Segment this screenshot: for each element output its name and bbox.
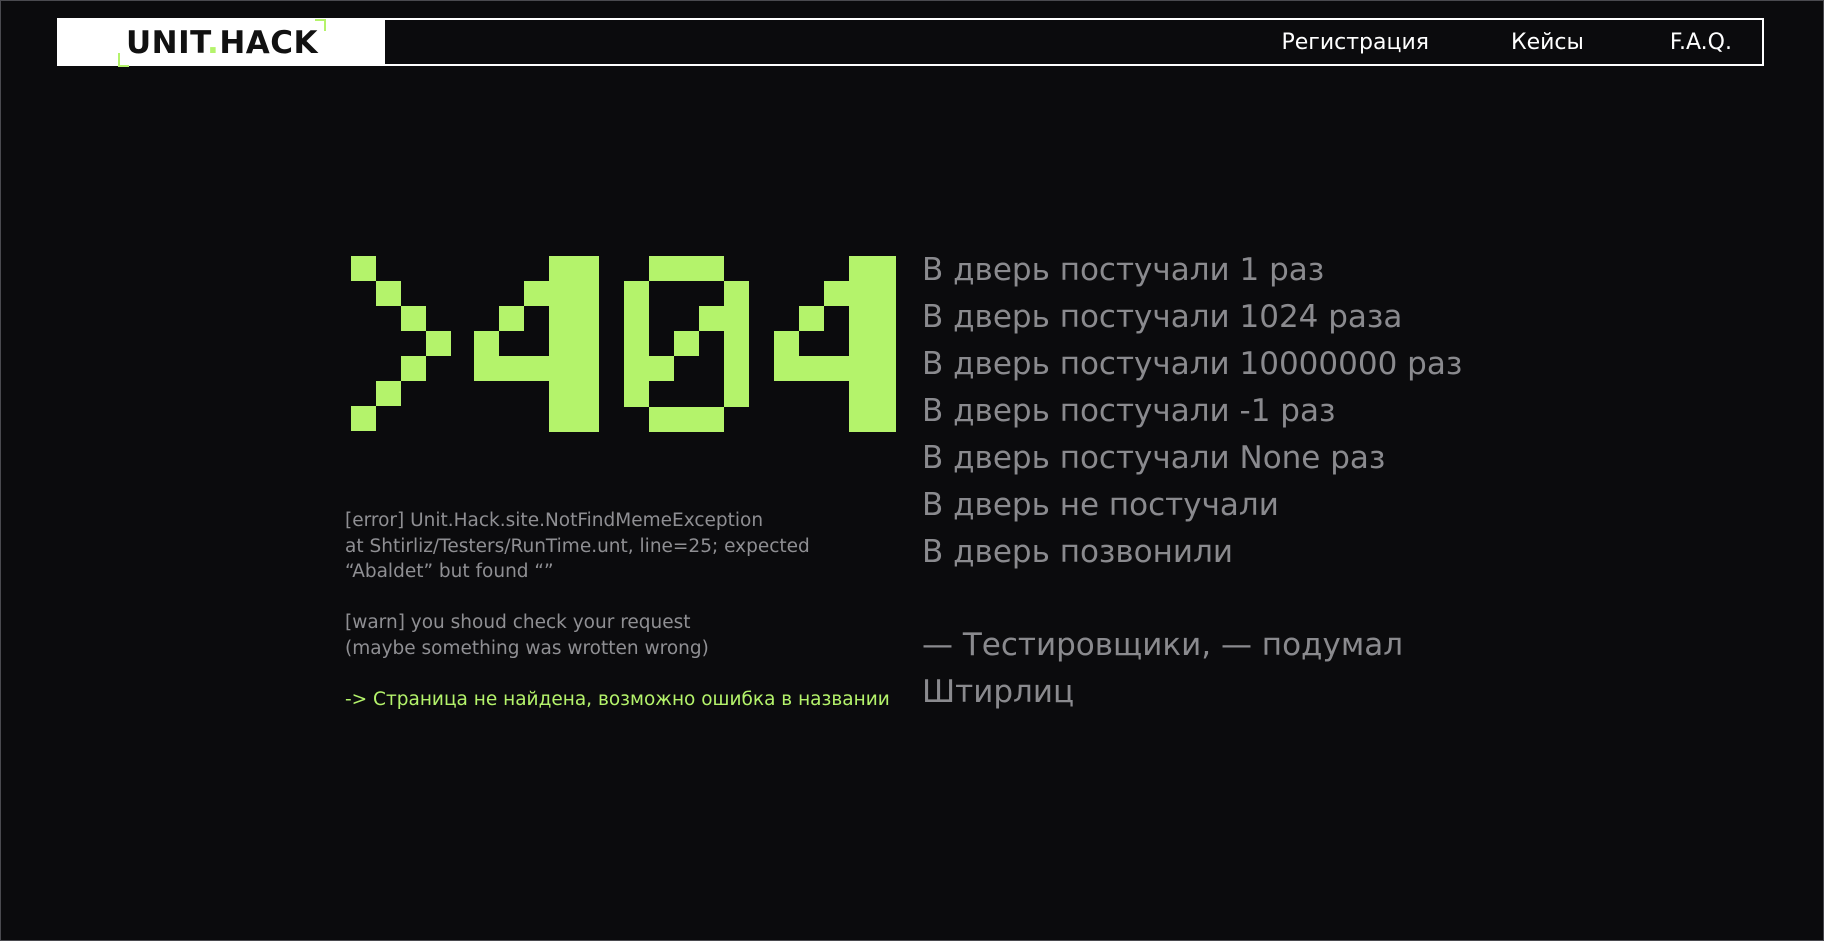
knock-line: В дверь постучали -1 раз — [922, 393, 1336, 429]
pixel-chevron — [351, 256, 376, 281]
pixel-chevron — [376, 381, 401, 406]
knock-line: В дверь постучали 1 раз — [922, 252, 1325, 288]
pixel-four-bar — [474, 356, 549, 381]
nav-faq-link[interactable]: F.A.Q. — [1670, 30, 1732, 55]
pixel-four-bar — [774, 356, 849, 381]
nav-registration-link[interactable]: Регистрация — [1281, 30, 1429, 55]
header-bar: UNIT.HACK Регистрация Кейсы F.A.Q. — [57, 18, 1764, 67]
log-error-line-2: at Shtirliz/Testers/RunTime.unt, line=25… — [345, 535, 810, 557]
pixel-chevron — [376, 281, 401, 306]
pixel-zero-top — [649, 256, 724, 281]
knock-line: В дверь не постучали — [922, 487, 1279, 523]
main-nav: Регистрация Кейсы F.A.Q. — [385, 20, 1762, 64]
log-error-line-1: [error] Unit.Hack.site.NotFindMemeExcept… — [345, 510, 764, 531]
pixel-four-diag — [499, 306, 524, 331]
logo-text-hack: HACK — [219, 25, 319, 61]
log-warn-line-2: (maybe something was wrotten wrong) — [345, 637, 709, 659]
pixel-zero-slash — [674, 331, 699, 356]
logo-bracket-left — [117, 53, 129, 67]
logo-bracket-right — [315, 19, 327, 31]
pixel-zero-slash — [699, 306, 724, 331]
logo-link[interactable]: UNIT.HACK — [59, 19, 385, 67]
knock-line: В дверь позвонили — [922, 534, 1234, 570]
pixel-chevron — [426, 331, 451, 356]
knock-list: В дверь постучали 1 раз В дверь постучал… — [922, 247, 1462, 576]
pixel-zero-right — [724, 281, 749, 407]
error-log: [error] Unit.Hack.site.NotFindMemeExcept… — [345, 508, 905, 712]
pixel-zero-bottom — [649, 407, 724, 432]
log-not-found-hint: -> Страница не найдена, возможно ошибка … — [345, 688, 890, 710]
logo-text-unit: UNIT — [125, 25, 208, 61]
pixel-four-diag — [524, 281, 549, 306]
pixel-four-stem — [549, 256, 599, 432]
pixel-zero-slash — [649, 356, 674, 381]
log-warn-line-1: [warn] you shoud check your request — [345, 612, 691, 633]
log-error-line-3: “Abaldet” but found “” — [345, 561, 554, 582]
error-404-pixel-art — [351, 256, 896, 432]
pixel-chevron — [351, 406, 376, 431]
quote-line-2: Штирлиц — [922, 674, 1075, 710]
logo-dot: . — [207, 25, 220, 61]
logo: UNIT.HACK — [117, 19, 327, 67]
page: UNIT.HACK Регистрация Кейсы F.A.Q. [erro… — [0, 0, 1824, 941]
pixel-chevron — [401, 306, 426, 331]
pixel-four-diag — [824, 281, 849, 306]
knock-line: В дверь постучали None раз — [922, 440, 1386, 476]
quote: — Тестировщики, — подумал Штирлиц — [922, 622, 1442, 716]
knock-line: В дверь постучали 10000000 раз — [922, 346, 1463, 382]
pixel-four-diag — [799, 306, 824, 331]
knock-line: В дверь постучали 1024 раза — [922, 299, 1403, 335]
nav-cases-link[interactable]: Кейсы — [1511, 30, 1584, 55]
pixel-four-stem — [849, 256, 896, 432]
pixel-zero-left — [624, 281, 649, 407]
quote-line-1: — Тестировщики, — подумал — [922, 627, 1404, 663]
pixel-chevron — [401, 356, 426, 381]
